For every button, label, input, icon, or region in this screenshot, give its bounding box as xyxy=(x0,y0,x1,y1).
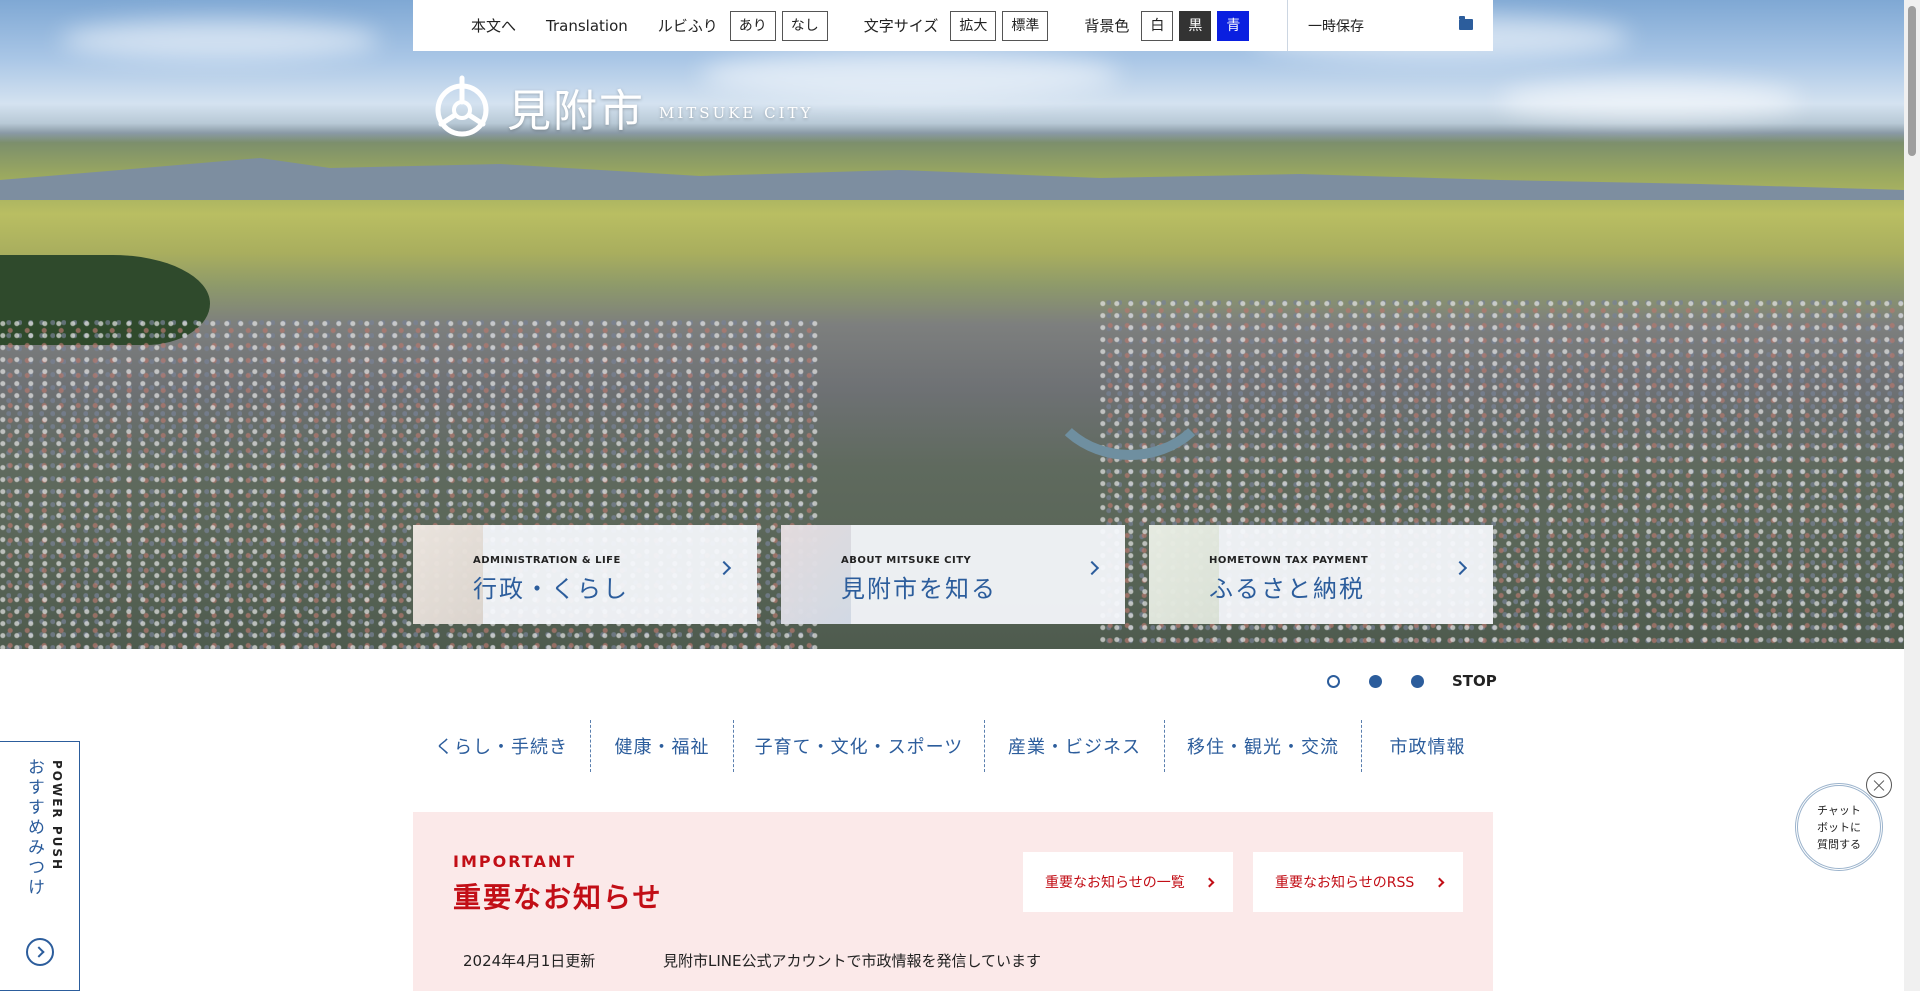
bg-blue-button[interactable]: 青 xyxy=(1217,10,1250,41)
ruby-group: ルビふり あり なし xyxy=(657,10,834,41)
logo-text-jp: 見附市 xyxy=(507,86,645,137)
notice-date: 2024年4月1日更新 xyxy=(463,952,596,970)
nav-health-welfare[interactable]: 健康・福祉 xyxy=(591,720,734,772)
bg-white-button[interactable]: 白 xyxy=(1141,10,1174,41)
ruby-label: ルビふり xyxy=(657,17,718,35)
page-scrollbar[interactable] xyxy=(1904,0,1920,991)
notice-row: 2024年4月1日更新 見附市LINE公式アカウントで市政情報を発信しています xyxy=(463,950,1041,971)
card-subtitle: ABOUT MITSUKE CITY xyxy=(841,555,972,566)
mountains xyxy=(0,158,1904,200)
nav-childcare-culture-sports[interactable]: 子育て・文化・スポーツ xyxy=(734,720,985,772)
notice-link[interactable]: 見附市LINE公式アカウントで市政情報を発信しています xyxy=(663,950,1041,971)
chatbot-button[interactable]: チャット ボットに 質問する xyxy=(1795,783,1883,871)
card-hometown-tax[interactable]: HOMETOWN TAX PAYMENT ふるさと納税 xyxy=(1149,525,1493,624)
folder-icon xyxy=(1459,16,1473,30)
card-title: 行政・くらし xyxy=(473,575,629,603)
chevron-right-icon xyxy=(1434,877,1445,888)
skip-to-content-link[interactable]: 本文へ xyxy=(471,15,516,36)
important-heading: 重要なお知らせ xyxy=(453,881,663,914)
power-push-label-jp: おすすめみつけ xyxy=(24,758,44,898)
logo-text-en: MITSUKE CITY xyxy=(659,104,814,122)
important-notices: IMPORTANT 重要なお知らせ 重要なお知らせの一覧 重要なお知らせのRSS… xyxy=(413,812,1493,991)
bg-black-button[interactable]: 黒 xyxy=(1179,10,1212,41)
translation-link[interactable]: Translation xyxy=(546,17,628,35)
card-title: 見附市を知る xyxy=(841,575,997,603)
temporary-save-button[interactable]: 一時保存 xyxy=(1287,0,1493,51)
utility-bar: 本文へ Translation ルビふり あり なし 文字サイズ 拡大 標準 背… xyxy=(413,0,1493,51)
nav-migration-tourism[interactable]: 移住・観光・交流 xyxy=(1165,720,1362,772)
slide-dot-1[interactable] xyxy=(1327,674,1340,688)
temporary-save-label: 一時保存 xyxy=(1308,18,1364,35)
important-rss-label: 重要なお知らせのRSS xyxy=(1275,875,1415,891)
chevron-right-icon xyxy=(1084,560,1100,576)
fontsize-label: 文字サイズ xyxy=(863,17,939,35)
hero-cards: ADMINISTRATION & LIFE 行政・くらし ABOUT MITSU… xyxy=(413,525,1493,624)
background-color-group: 背景色 白 黒 青 xyxy=(1084,10,1255,41)
card-subtitle: ADMINISTRATION & LIFE xyxy=(473,555,621,566)
ruby-off-button[interactable]: なし xyxy=(781,10,828,41)
important-list-label: 重要なお知らせの一覧 xyxy=(1045,875,1185,891)
arrow-circle-icon xyxy=(26,938,54,966)
font-standard-button[interactable]: 標準 xyxy=(1002,10,1049,41)
chatbot-close-icon[interactable] xyxy=(1866,772,1892,798)
city-emblem-icon xyxy=(435,75,489,137)
card-subtitle: HOMETOWN TAX PAYMENT xyxy=(1209,555,1369,566)
nav-living-procedures[interactable]: くらし・手続き xyxy=(413,720,591,772)
important-label-en: IMPORTANT xyxy=(453,852,577,871)
chevron-right-icon xyxy=(1204,877,1215,888)
slider-stop-button[interactable]: STOP xyxy=(1452,672,1497,690)
chevron-right-icon xyxy=(1452,560,1468,576)
nav-industry-business[interactable]: 産業・ビジネス xyxy=(985,720,1165,772)
font-large-button[interactable]: 拡大 xyxy=(950,10,997,41)
ruby-on-button[interactable]: あり xyxy=(729,10,776,41)
chatbot-label: チャット ボットに 質問する xyxy=(1817,803,1861,851)
important-list-button[interactable]: 重要なお知らせの一覧 xyxy=(1023,852,1233,912)
global-navigation: くらし・手続き 健康・福祉 子育て・文化・スポーツ 産業・ビジネス 移住・観光・… xyxy=(413,720,1493,772)
important-rss-button[interactable]: 重要なお知らせのRSS xyxy=(1253,852,1463,912)
background-color-label: 背景色 xyxy=(1084,17,1130,35)
slide-dot-2[interactable] xyxy=(1369,674,1382,688)
card-title: ふるさと納税 xyxy=(1209,575,1365,603)
fontsize-group: 文字サイズ 拡大 標準 xyxy=(863,10,1055,41)
power-push-tab[interactable]: POWER PUSH おすすめみつけ xyxy=(0,741,80,991)
card-administration-life[interactable]: ADMINISTRATION & LIFE 行政・くらし xyxy=(413,525,757,624)
scrollbar-thumb[interactable] xyxy=(1908,6,1916,156)
nav-city-administration[interactable]: 市政情報 xyxy=(1362,720,1493,772)
power-push-label-en: POWER PUSH xyxy=(50,760,64,872)
card-about-mitsuke[interactable]: ABOUT MITSUKE CITY 見附市を知る xyxy=(781,525,1125,624)
chevron-right-icon xyxy=(716,560,732,576)
site-logo[interactable]: 見附市 MITSUKE CITY xyxy=(427,72,813,142)
slide-dot-3[interactable] xyxy=(1411,674,1424,688)
slider-controls: STOP xyxy=(1327,672,1497,690)
